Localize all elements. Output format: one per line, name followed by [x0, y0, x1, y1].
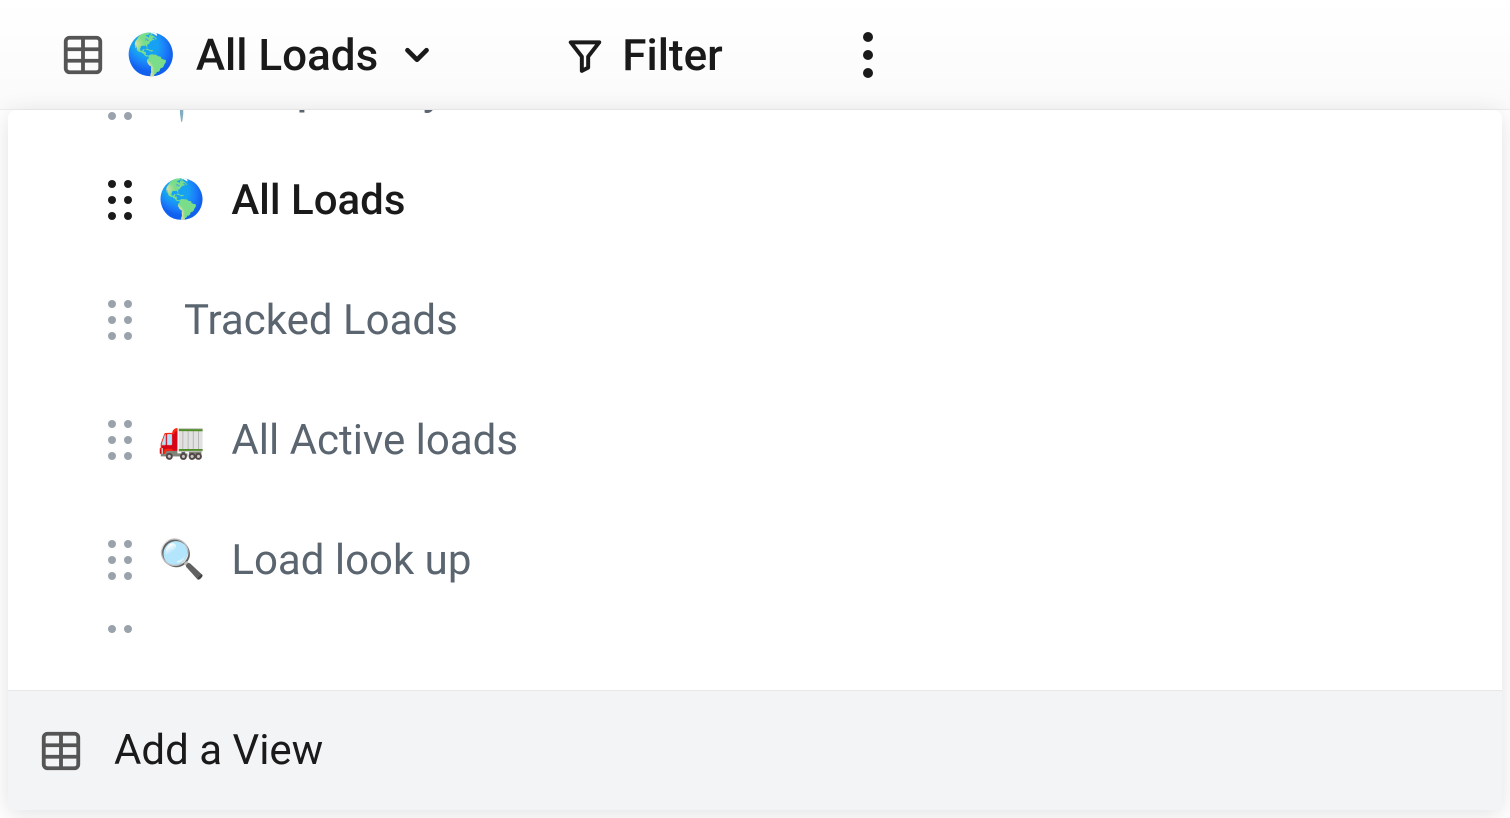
view-item-label: All Loads [231, 176, 405, 225]
view-switcher-dropdown: 📍 Drop Today 🌎 All Loads Tracked Loads 🚛… [8, 110, 1502, 810]
table-icon [60, 32, 106, 78]
drag-handle-icon[interactable] [108, 540, 132, 580]
drag-handle-icon[interactable] [108, 300, 132, 340]
view-name-label: All Loads [196, 29, 378, 81]
view-item-all-loads[interactable]: 🌎 All Loads [8, 140, 1502, 260]
table-icon [38, 728, 84, 774]
view-item-emoji: 🔍 [158, 538, 205, 582]
toolbar: 🌎 All Loads Filter [0, 0, 1510, 110]
view-item-drop-today[interactable]: 📍 Drop Today [8, 110, 1502, 140]
view-list: 📍 Drop Today 🌎 All Loads Tracked Loads 🚛… [8, 110, 1502, 690]
filter-label: Filter [622, 29, 722, 81]
more-options-button[interactable] [853, 22, 883, 88]
view-item-load-look-up[interactable]: 🔍 Load look up [8, 500, 1502, 620]
add-view-button[interactable]: Add a View [8, 690, 1502, 810]
drag-handle-icon[interactable] [108, 110, 132, 120]
filter-icon [566, 36, 604, 74]
drag-handle-icon[interactable] [108, 625, 132, 635]
view-item-label: All Active loads [231, 416, 518, 465]
add-view-label: Add a View [114, 726, 323, 775]
chevron-down-icon [398, 36, 436, 74]
view-item-label: Tracked Loads [184, 296, 458, 345]
view-item-all-active-loads[interactable]: 🚛 All Active loads [8, 380, 1502, 500]
view-selector-button[interactable]: 🌎 All Loads [60, 29, 436, 81]
view-item-emoji: 🌎 [158, 178, 205, 222]
view-item-next[interactable] [8, 620, 1502, 635]
drag-handle-icon[interactable] [108, 180, 132, 220]
view-item-label: Drop Today [231, 110, 443, 115]
view-item-label: Load look up [231, 536, 471, 585]
dots-vertical-icon [863, 32, 873, 42]
filter-button[interactable]: Filter [566, 29, 722, 81]
view-item-tracked-loads[interactable]: Tracked Loads [8, 260, 1502, 380]
drag-handle-icon[interactable] [108, 420, 132, 460]
view-emoji: 🌎 [126, 31, 176, 78]
view-item-emoji: 🚛 [158, 418, 205, 462]
view-item-emoji: 📍 [158, 110, 205, 124]
